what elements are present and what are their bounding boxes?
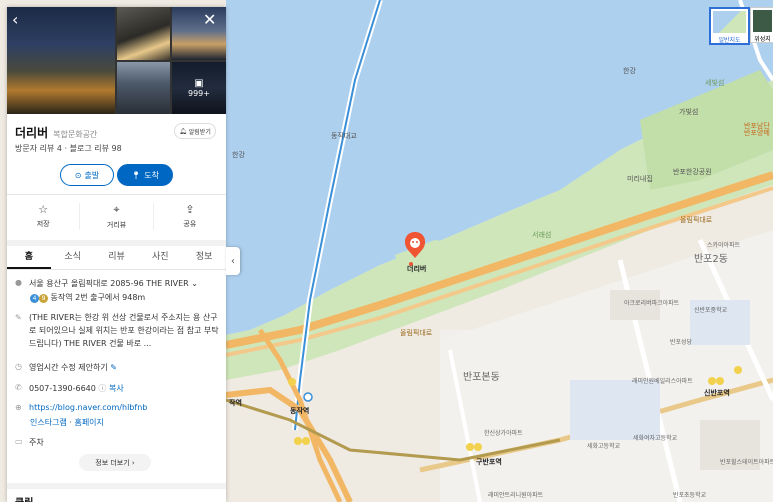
map-label-marker: 더리버 <box>407 265 427 273</box>
tab-news[interactable]: 소식 <box>51 247 95 269</box>
map-label-hansin: 한신상가아파트 <box>484 430 523 437</box>
map-label-sinbanpo-mid: 신반포중학교 <box>694 307 728 314</box>
line4-badge: 4 <box>30 294 39 303</box>
parking-icon: ▭ <box>15 437 23 446</box>
description-icon: ✎ <box>15 313 22 322</box>
map-label-banpo-elem: 반포초등학교 <box>673 492 707 499</box>
bell-icon: 🔔︎ <box>179 127 187 135</box>
alarm-button[interactable]: 🔔︎ 알림받기 <box>174 123 216 139</box>
more-info-button[interactable]: 정보 더보기 › <box>79 454 151 471</box>
chevron-left-icon: ‹ <box>231 255 235 267</box>
place-panel: ▣ 999+ ‹ ✕ 더리버 복합문화공간 🔔︎ 알림받기 방문자 리뷰 4 ·… <box>7 7 226 502</box>
pin-icon: ● <box>15 278 22 287</box>
map-label-water: 미리내집 <box>627 175 653 183</box>
chevron-down-icon: ⌄ <box>191 279 198 288</box>
chevron-right-icon: › <box>131 458 135 467</box>
tab-reviews[interactable]: 리뷰 <box>95 247 139 269</box>
clip-section-title: 클립 <box>15 494 33 502</box>
line9-badge: 9 <box>39 294 48 303</box>
phone-icon: ✆ <box>15 383 22 392</box>
map-type-satellite[interactable]: 위성지 <box>750 7 773 43</box>
map-label-han2: 한강 <box>623 67 636 75</box>
pencil-icon: ✎ <box>110 363 117 372</box>
map-label-jakyeok: 작역 <box>229 399 242 407</box>
clock-icon: ◷ <box>15 362 22 371</box>
review-counts[interactable]: 방문자 리뷰 4 · 블로그 리뷰 98 <box>15 143 122 154</box>
description-row[interactable]: ✎ (THE RIVER는 한강 위 선상 건물로서 주소지는 용 산구로 되어… <box>15 311 220 350</box>
tab-home[interactable]: 홈 <box>7 247 51 269</box>
map-label-olympic2: 올림픽대로 <box>680 216 713 224</box>
tab-info[interactable]: 정보 <box>182 247 226 269</box>
map-label-sehwa-high: 세화고등학교 <box>587 443 621 450</box>
map-label-sevit: 세빛섬 <box>705 79 725 87</box>
website-row: ⊕ https://blog.naver.com/hlbfnb <box>15 403 220 412</box>
map-label-acro: 아크로리버파크아파트 <box>624 300 680 307</box>
map-label-bridge: 동작대교 <box>331 132 357 140</box>
map-label-park: 반포한강공원 <box>673 168 712 176</box>
map-label-gubanpo: 구반포역 <box>476 458 502 466</box>
map-label-gahwi: 가빛섬 <box>679 108 699 116</box>
globe-icon: ⊕ <box>15 403 22 412</box>
photo-thumb[interactable] <box>117 7 170 60</box>
share-button[interactable]: ⇪ 공유 <box>154 203 226 230</box>
tab-photos[interactable]: 사진 <box>138 247 182 269</box>
place-category: 복합문화공간 <box>53 130 98 139</box>
map-label-banpo2: 반포2동 <box>694 254 728 265</box>
location-icon: ⌖ <box>113 203 120 216</box>
photo-thumb[interactable] <box>117 62 170 114</box>
photo-main[interactable] <box>7 7 115 114</box>
map-label-raemian1: 래미안원베일리스아파트 <box>632 378 693 385</box>
map-label-dongjak-station: 동작역 <box>290 407 310 415</box>
photo-gallery[interactable]: ▣ 999+ ‹ ✕ <box>7 7 226 114</box>
tab-bar: 홈 소식 리뷰 사진 정보 <box>7 247 226 270</box>
parking-row: ▭ 주차 <box>15 437 44 447</box>
map-label-banpo-cathedral: 반포성당 <box>670 339 693 346</box>
photo-thumb[interactable] <box>172 7 226 60</box>
info-icon: ⓘ <box>98 384 107 393</box>
subway-row: 49 동작역 2번 출구에서 948m <box>30 292 226 303</box>
map-label-sinbanpo: 신반포역 <box>704 389 730 397</box>
address-row[interactable]: ● 서울 용산구 올림픽대로 2085-96 THE RIVER ⌄ <box>15 278 220 289</box>
map-type-normal[interactable]: 일반지도 <box>709 7 750 45</box>
map-label-market: 반포양메 <box>744 129 770 137</box>
star-icon: ☆ <box>38 203 49 216</box>
close-icon[interactable]: ✕ <box>203 12 216 28</box>
map-label-sky: 스카이아파트 <box>707 242 741 249</box>
map-label-sehwa-girls: 세화여자고등학교 <box>633 435 678 442</box>
copy-button[interactable]: 복사 <box>109 384 124 393</box>
image-icon: ▣ <box>194 78 204 89</box>
instagram-link[interactable]: 인스타그램 <box>30 418 67 427</box>
map-label-raemian2: 래미안트리니원아파트 <box>488 492 544 499</box>
destination-button[interactable]: 📍︎ 도착 <box>117 164 173 186</box>
map-label-olympic: 올림픽대로 <box>400 329 433 337</box>
photo-more[interactable]: ▣ 999+ <box>172 62 226 114</box>
action-bar: ☆ 저장 ⌖ 거리뷰 ⇪ 공유 <box>7 203 226 230</box>
phone-row: ✆ 0507-1390-6640 ⓘ 복사 <box>15 383 124 393</box>
map-label-banpo-xi: 반포힐스테이트아파트 <box>720 459 773 466</box>
collapse-panel-button[interactable]: ‹ <box>226 247 240 275</box>
back-icon[interactable]: ‹ <box>12 12 18 28</box>
map-label-seoraeseom: 서래섬 <box>532 231 552 239</box>
hours-row[interactable]: ◷ 영업시간 수정 제안하기 ✎ <box>15 362 220 373</box>
map-label-han: 한강 <box>232 151 245 159</box>
map-label-banpobon: 반포본동 <box>463 372 500 383</box>
start-dot-icon: ⊙ <box>74 170 82 180</box>
start-button[interactable]: ⊙ 출발 <box>60 164 114 186</box>
place-title: 더리버 <box>15 126 49 140</box>
streetview-button[interactable]: ⌖ 거리뷰 <box>80 203 154 230</box>
homepage-link[interactable]: 홈페이지 <box>74 418 103 427</box>
blog-link[interactable]: https://blog.naver.com/hlbfnb <box>29 403 147 412</box>
sns-row: 인스타그램 · 홈페이지 <box>30 418 104 427</box>
save-button[interactable]: ☆ 저장 <box>7 203 81 230</box>
share-icon: ⇪ <box>185 203 195 216</box>
pin-icon: 📍︎ <box>131 170 142 180</box>
